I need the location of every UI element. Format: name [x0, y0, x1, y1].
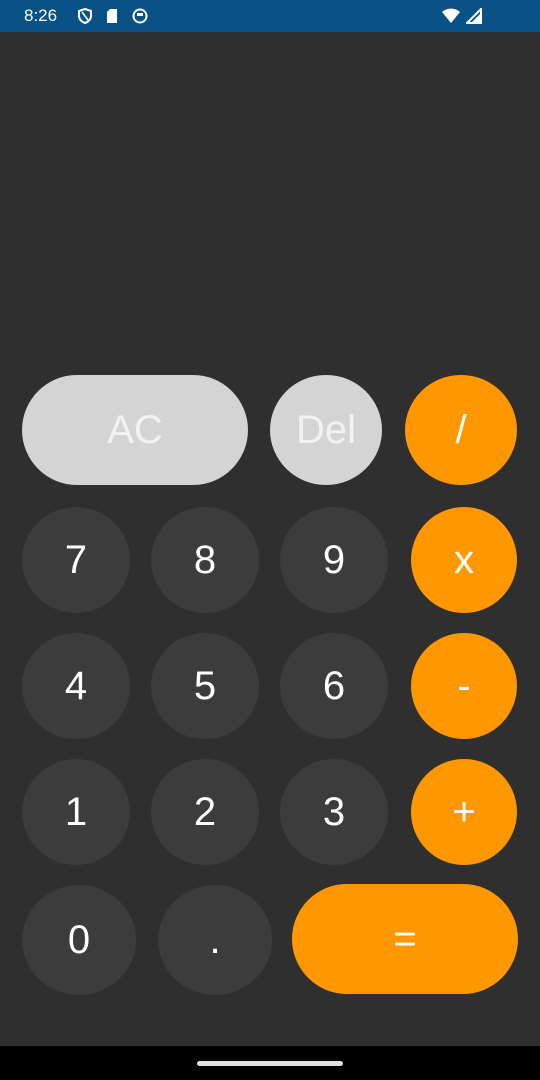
multiply-button[interactable]: x [411, 507, 517, 613]
signal-icon [464, 6, 482, 29]
sd-card-icon [106, 8, 118, 24]
delete-button[interactable]: Del [270, 375, 382, 485]
divide-button[interactable]: / [405, 375, 517, 485]
home-gesture-handle[interactable] [197, 1061, 343, 1066]
add-button[interactable]: + [411, 759, 517, 865]
digit-3-button[interactable]: 3 [280, 759, 388, 865]
clear-all-button[interactable]: AC [22, 375, 248, 485]
digit-6-button[interactable]: 6 [280, 633, 388, 739]
digit-1-button[interactable]: 1 [22, 759, 130, 865]
decimal-point-button[interactable]: . [158, 885, 272, 995]
digit-5-button[interactable]: 5 [151, 633, 259, 739]
calculator-display [20, 52, 520, 392]
digit-0-button[interactable]: 0 [22, 885, 136, 995]
status-icons-right [442, 6, 482, 29]
status-bar: 8:26 [0, 0, 540, 32]
subtract-button[interactable]: - [411, 633, 517, 739]
app-notification-icon [132, 8, 148, 24]
shield-icon [78, 8, 92, 24]
digit-2-button[interactable]: 2 [151, 759, 259, 865]
navigation-bar [0, 1046, 540, 1080]
wifi-icon [442, 8, 460, 29]
status-icons-left [78, 8, 148, 24]
digit-4-button[interactable]: 4 [22, 633, 130, 739]
status-time: 8:26 [24, 6, 58, 25]
digit-7-button[interactable]: 7 [22, 507, 130, 613]
equals-button[interactable]: = [292, 884, 518, 994]
digit-9-button[interactable]: 9 [280, 507, 388, 613]
digit-8-button[interactable]: 8 [151, 507, 259, 613]
